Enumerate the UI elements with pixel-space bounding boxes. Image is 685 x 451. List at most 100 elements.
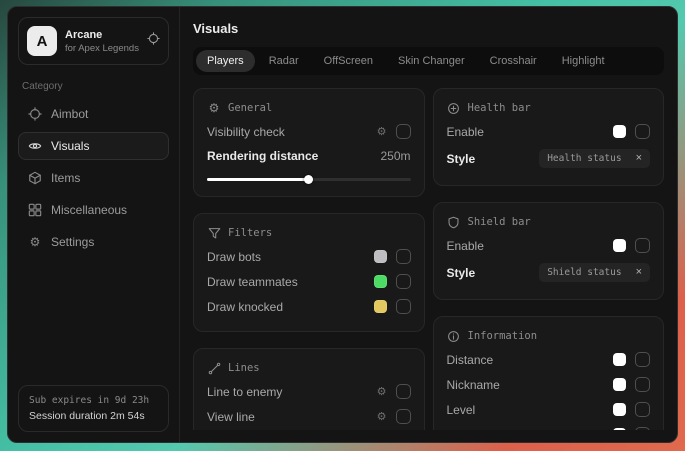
card-shield-bar: Shield bar Enable Style S: [433, 202, 665, 300]
sidebar-item-label: Aimbot: [51, 107, 88, 121]
setting-label: Rendering distance: [207, 149, 318, 163]
gear-icon: ⚙: [207, 101, 221, 115]
eye-icon: [28, 139, 42, 153]
sidebar-item-miscellaneous[interactable]: Miscellaneous: [18, 196, 169, 224]
sub-expiry-text: Sub expires in 9d 23h: [29, 395, 158, 406]
card-title: Lines: [228, 362, 260, 374]
draw-knocked-checkbox[interactable]: [396, 299, 411, 314]
card-title: General: [228, 102, 272, 114]
app-subtitle: for Apex Legends: [65, 43, 139, 54]
rendering-distance-slider[interactable]: [207, 174, 411, 184]
right-column: Health bar Enable Style H: [433, 88, 665, 430]
desktop-background: A Arcane for Apex Legends Category Aimbo…: [0, 0, 685, 451]
draw-bots-checkbox[interactable]: [396, 249, 411, 264]
card-header: Filters: [207, 224, 411, 244]
card-information: Information Distance Nickname: [433, 316, 665, 430]
circle-plus-icon: [447, 101, 461, 115]
tab-offscreen[interactable]: OffScreen: [313, 50, 384, 72]
setting-row: Draw knocked: [207, 294, 411, 319]
color-swatch[interactable]: [613, 125, 626, 138]
color-swatch[interactable]: [374, 300, 387, 313]
gear-icon[interactable]: ⚙: [377, 386, 387, 397]
selected-style-value: Shield status: [547, 267, 621, 278]
sidebar-item-label: Miscellaneous: [51, 203, 127, 217]
setting-row: Visibility check ⚙: [207, 119, 411, 144]
card-title: Filters: [228, 227, 272, 239]
setting-label: Draw knocked: [207, 300, 283, 314]
setting-row: Draw teammates: [207, 269, 411, 294]
funnel-icon: [207, 226, 221, 240]
card-health-bar: Health bar Enable Style H: [433, 88, 665, 186]
sidebar-item-aimbot[interactable]: Aimbot: [18, 100, 169, 128]
visibility-check-checkbox[interactable]: [396, 124, 411, 139]
setting-label: Level: [447, 403, 476, 417]
tab-radar[interactable]: Radar: [258, 50, 310, 72]
app-logo: A: [27, 26, 57, 56]
sidebar-item-label: Items: [51, 171, 80, 185]
sidebar-menu: Aimbot Visuals Items: [18, 100, 169, 256]
setting-label: Draw bots: [207, 250, 261, 264]
close-icon[interactable]: ×: [636, 267, 642, 278]
platform-checkbox[interactable]: [635, 427, 650, 430]
setting-row: Distance: [447, 347, 651, 372]
sidebar-spacer: [18, 256, 169, 385]
setting-row: Enable: [447, 119, 651, 144]
gear-icon[interactable]: ⚙: [377, 126, 387, 137]
card-header: ⚙ General: [207, 99, 411, 119]
setting-row: View line ⚙: [207, 404, 411, 429]
app-window: A Arcane for Apex Legends Category Aimbo…: [7, 6, 678, 443]
crosshair-icon: [28, 107, 42, 121]
gear-icon[interactable]: ⚙: [377, 411, 387, 422]
line-to-enemy-checkbox[interactable]: [396, 384, 411, 399]
sidebar-item-visuals[interactable]: Visuals: [18, 132, 169, 160]
color-swatch[interactable]: [613, 378, 626, 391]
cube-icon: [28, 171, 42, 185]
card-header: Information: [447, 327, 651, 347]
color-swatch[interactable]: [613, 403, 626, 416]
slider-fill: [207, 178, 309, 181]
left-column: ⚙ General Visibility check ⚙ Rendering d…: [193, 88, 425, 430]
setting-row: Draw bots: [207, 244, 411, 269]
tab-players[interactable]: Players: [196, 50, 255, 72]
shield-bar-enable-checkbox[interactable]: [635, 238, 650, 253]
app-name: Arcane: [65, 29, 139, 41]
card-header: Shield bar: [447, 213, 651, 233]
setting-label: Enable: [447, 239, 484, 253]
category-label: Category: [22, 81, 165, 92]
slider-thumb[interactable]: [304, 175, 313, 184]
view-line-checkbox[interactable]: [396, 409, 411, 424]
color-swatch[interactable]: [613, 239, 626, 252]
page-title: Visuals: [193, 21, 664, 36]
setting-label: View line: [207, 410, 255, 424]
shield-style-select[interactable]: Shield status ×: [539, 263, 650, 282]
layout-grid-icon: [28, 203, 42, 217]
color-swatch[interactable]: [613, 353, 626, 366]
app-brand: A Arcane for Apex Legends: [18, 17, 169, 65]
info-icon: [447, 329, 461, 343]
sidebar: A Arcane for Apex Legends Category Aimbo…: [8, 7, 180, 442]
sidebar-item-settings[interactable]: ⚙ Settings: [18, 228, 169, 256]
setting-label: Draw teammates: [207, 275, 298, 289]
tab-highlight[interactable]: Highlight: [551, 50, 616, 72]
crosshair-icon[interactable]: [147, 32, 160, 50]
health-bar-enable-checkbox[interactable]: [635, 124, 650, 139]
color-swatch[interactable]: [613, 428, 626, 430]
color-swatch[interactable]: [374, 250, 387, 263]
sidebar-item-label: Visuals: [51, 139, 89, 153]
close-icon[interactable]: ×: [636, 153, 642, 164]
sidebar-item-label: Settings: [51, 235, 94, 249]
distance-checkbox[interactable]: [635, 352, 650, 367]
setting-label: Visibility check: [207, 125, 285, 139]
setting-row: Platform: [447, 422, 651, 430]
draw-teammates-checkbox[interactable]: [396, 274, 411, 289]
color-swatch[interactable]: [374, 275, 387, 288]
nickname-checkbox[interactable]: [635, 377, 650, 392]
sidebar-item-items[interactable]: Items: [18, 164, 169, 192]
level-checkbox[interactable]: [635, 402, 650, 417]
selected-style-value: Health status: [547, 153, 621, 164]
subscription-info: Sub expires in 9d 23h Session duration 2…: [18, 385, 169, 432]
health-style-select[interactable]: Health status ×: [539, 149, 650, 168]
tab-crosshair[interactable]: Crosshair: [479, 50, 548, 72]
card-title: Information: [468, 330, 538, 342]
tab-skin-changer[interactable]: Skin Changer: [387, 50, 476, 72]
